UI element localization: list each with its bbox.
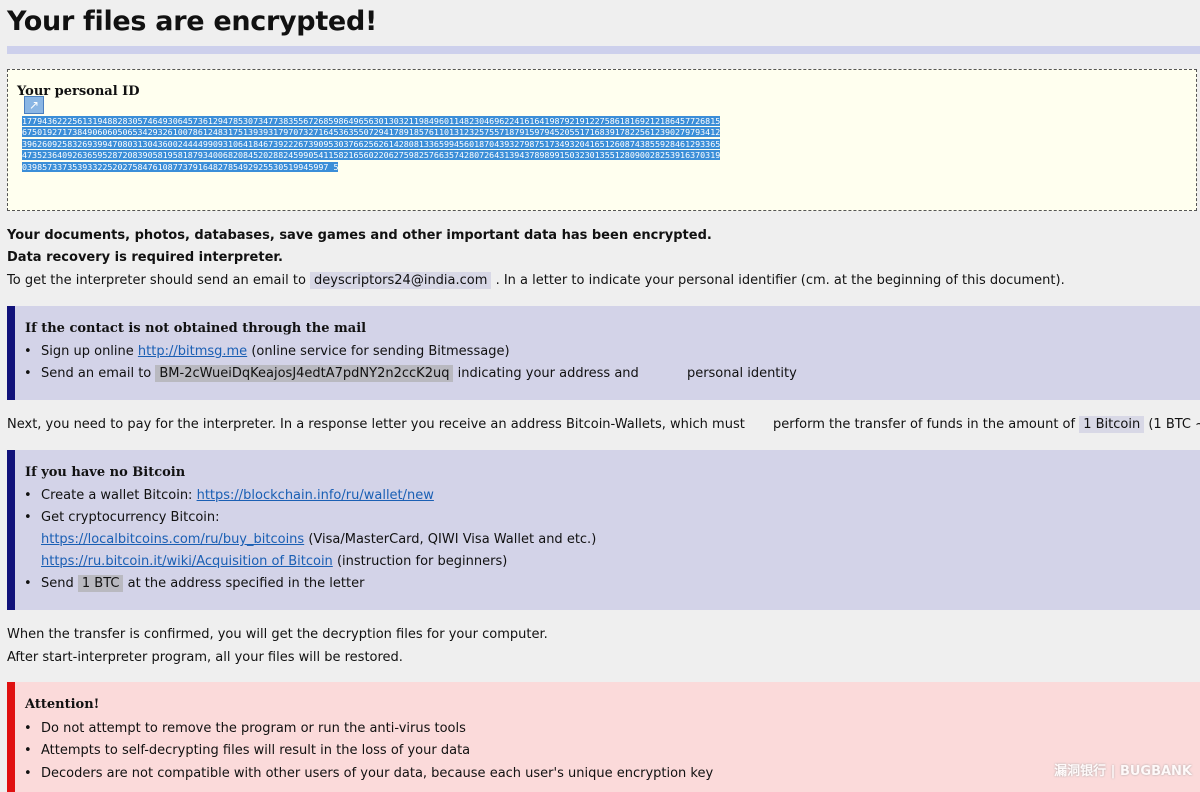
personal-id-box: Your personal ID ↗ 177943622256131948828… xyxy=(7,69,1197,211)
title-rule xyxy=(7,46,1200,54)
bitmessage-address[interactable]: BM-2cWueiDqKeajosJ4edtA7pdNY2n2ccK2uq xyxy=(155,365,454,382)
list-item: https://localbitcoins.com/ru/buy_bitcoin… xyxy=(41,532,596,547)
list-item: Decoders are not compatible with other u… xyxy=(24,766,713,781)
intro-line-2: Data recovery is required interpreter. xyxy=(7,250,283,265)
attention-panel: Attention! Do not attempt to remove the … xyxy=(7,682,1200,792)
personal-id-text: 1779436222561319488283057464930645736129… xyxy=(22,116,721,172)
contact-email[interactable]: deyscriptors24@india.com xyxy=(310,272,492,289)
confirm-line-2: After start-interpreter program, all you… xyxy=(7,650,403,665)
list-item-text: Get cryptocurrency Bitcoin: xyxy=(41,510,220,525)
bitmsg-link[interactable]: http://bitmsg.me xyxy=(138,344,247,359)
confirm-line-1: When the transfer is confirmed, you will… xyxy=(7,627,548,642)
intro-line-1: Your documents, photos, databases, save … xyxy=(7,228,712,243)
list-item: Do not attempt to remove the program or … xyxy=(24,721,466,736)
list-item-text: (instruction for beginners) xyxy=(336,554,508,569)
blockchain-wallet-link[interactable]: https://blockchain.info/ru/wallet/new xyxy=(197,488,434,503)
payment-text: (1 BTC ~ 700 $). xyxy=(1148,417,1200,432)
list-item: Send an email to BM-2cWueiDqKeajosJ4edtA… xyxy=(24,365,797,382)
list-item: Send 1 BTC at the address specified in t… xyxy=(24,575,365,592)
broken-image-icon: ↗ xyxy=(24,96,44,114)
list-item-text: (Visa/MasterCard, QIWI Visa Wallet and e… xyxy=(308,532,597,547)
list-item-text: at the address specified in the letter xyxy=(127,576,365,591)
list-item-text: Create a wallet Bitcoin: xyxy=(41,488,193,503)
list-item: Sign up online http://bitmsg.me (online … xyxy=(24,344,510,359)
list-item-text: Sign up online xyxy=(41,344,134,359)
list-item: https://ru.bitcoin.it/wiki/Acquisition o… xyxy=(41,554,507,569)
bitcoin-panel-title: If you have no Bitcoin xyxy=(25,465,186,480)
list-item-text: Send an email to xyxy=(41,366,152,381)
intro-line-3: To get the interpreter should send an em… xyxy=(7,272,1065,289)
list-item: Get cryptocurrency Bitcoin: xyxy=(24,510,220,525)
attention-panel-title: Attention! xyxy=(25,697,100,712)
intro-line-3-post: . In a letter to indicate your personal … xyxy=(495,273,1065,288)
btc-amount: 1 BTC xyxy=(77,575,124,592)
list-item-text: personal identity xyxy=(686,366,797,381)
bitcoin-wiki-link[interactable]: https://ru.bitcoin.it/wiki/Acquisition o… xyxy=(41,554,333,569)
list-item-text: indicating your address and xyxy=(457,366,639,381)
list-item-text: (online service for sending Bitmessage) xyxy=(251,344,510,359)
payment-text: Next, you need to pay for the interprete… xyxy=(7,417,745,432)
page-title: Your files are encrypted! xyxy=(7,6,377,37)
payment-amount: 1 Bitcoin xyxy=(1079,416,1145,433)
list-item: Attempts to self-decrypting files will r… xyxy=(24,743,470,758)
list-item-text: Send xyxy=(41,576,74,591)
payment-text: perform the transfer of funds in the amo… xyxy=(772,417,1076,432)
intro-line-3-pre: To get the interpreter should send an em… xyxy=(7,273,306,288)
contact-panel-title: If the contact is not obtained through t… xyxy=(25,321,367,336)
payment-line: Next, you need to pay for the interprete… xyxy=(7,416,1200,433)
contact-panel: If the contact is not obtained through t… xyxy=(7,306,1200,400)
personal-id-value[interactable]: 1779436222561319488283057464930645736129… xyxy=(22,116,722,173)
bitcoin-panel: If you have no Bitcoin Create a wallet B… xyxy=(7,450,1200,610)
watermark: 漏洞银行 | BUGBANK xyxy=(1054,764,1192,779)
localbitcoins-link[interactable]: https://localbitcoins.com/ru/buy_bitcoin… xyxy=(41,532,304,547)
list-item: Create a wallet Bitcoin: https://blockch… xyxy=(24,488,434,503)
